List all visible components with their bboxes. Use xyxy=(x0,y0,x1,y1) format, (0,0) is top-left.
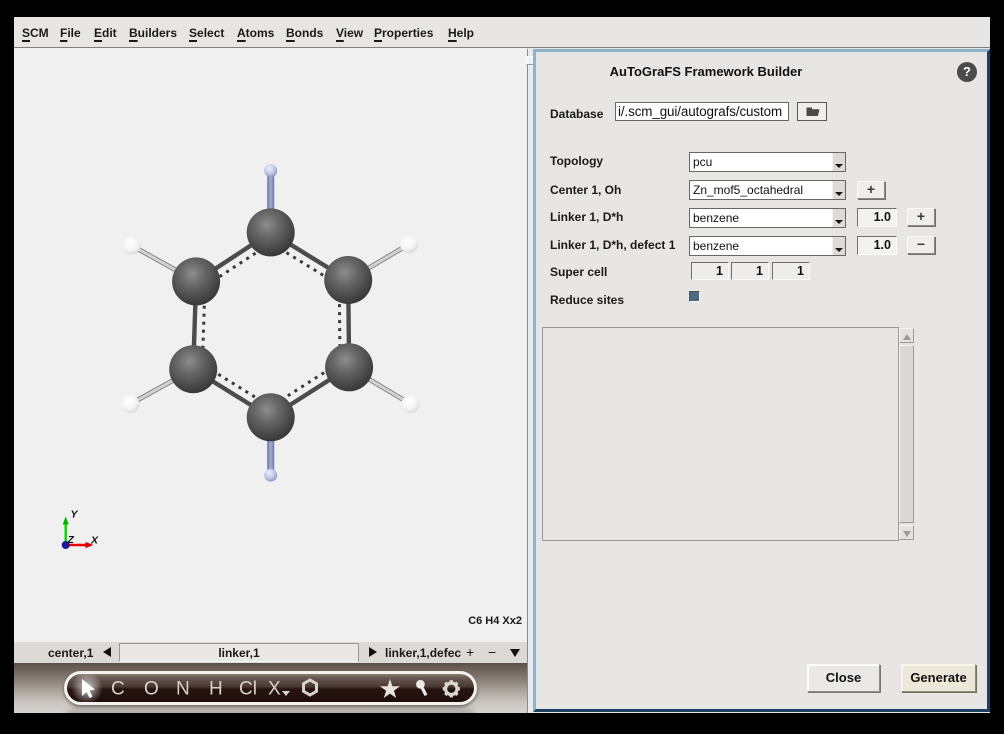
svg-text:Z: Z xyxy=(67,534,75,546)
svg-text:N: N xyxy=(176,679,190,700)
svg-text:Y: Y xyxy=(71,509,79,521)
svg-text:X: X xyxy=(90,535,99,547)
svg-text:C: C xyxy=(111,679,125,700)
svg-text:H: H xyxy=(209,679,223,700)
svg-text:O: O xyxy=(144,679,159,700)
svg-text:X: X xyxy=(268,679,281,700)
svg-text:Cl: Cl xyxy=(239,679,257,700)
